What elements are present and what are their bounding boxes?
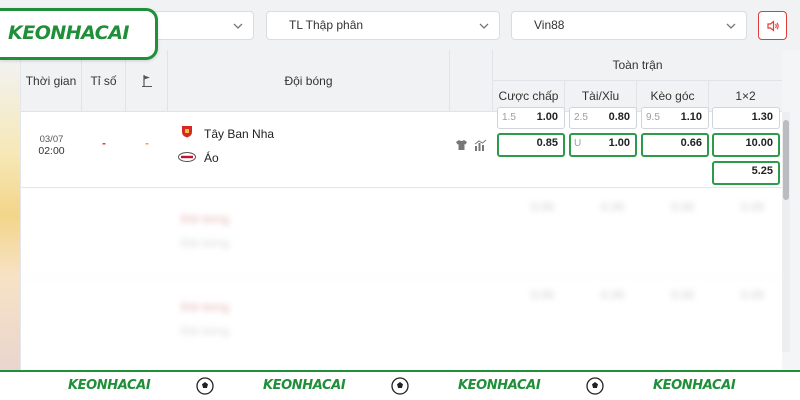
soccer-ball-icon xyxy=(586,377,604,395)
side-banner-strip xyxy=(0,60,20,370)
corner-under-value: 0.66 xyxy=(680,137,702,149)
soccer-ball-icon xyxy=(196,377,214,395)
corner-score: - xyxy=(145,136,149,150)
under-value: 1.00 xyxy=(608,137,630,149)
jersey-icon[interactable] xyxy=(455,139,468,151)
bookmaker-select[interactable]: Vin88 xyxy=(511,11,747,40)
footer-logo: KEONHACAI xyxy=(653,378,736,393)
under-label: U xyxy=(574,138,582,149)
chevron-down-icon xyxy=(233,23,243,29)
header-stats-blank xyxy=(450,50,493,112)
footer-brand-strip: KEONHACAI KEONHACAI KEONHACAI KEONHACAI xyxy=(0,370,800,400)
away-win-odds[interactable]: 10.00 xyxy=(712,133,780,157)
chevron-down-icon xyxy=(479,23,489,29)
bookmaker-value: Vin88 xyxy=(534,18,565,32)
handicap-line: 1.5 xyxy=(502,112,516,123)
corner-over-odds[interactable]: 9.5 1.10 xyxy=(641,107,709,129)
match-row[interactable]: 03/07 02:00 - - Tây Ban Nha Áo 1.5 1.00 xyxy=(21,107,782,188)
home-team-name[interactable]: Tây Ban Nha xyxy=(204,127,274,141)
away-team-name[interactable]: Áo xyxy=(204,151,219,165)
handicap-home-value: 1.00 xyxy=(536,111,558,123)
home-win-odds[interactable]: 1.30 xyxy=(712,107,780,129)
handicap-home-odds[interactable]: 1.5 1.00 xyxy=(497,107,565,129)
under-odds[interactable]: U 1.00 xyxy=(569,133,637,157)
handicap-away-value: 0.85 xyxy=(536,137,558,149)
table-scrollbar[interactable] xyxy=(782,112,790,352)
corner-flag-icon xyxy=(141,74,152,87)
footer-logo: KEONHACAI xyxy=(458,378,541,393)
corner-under-odds[interactable]: 0.66 xyxy=(641,133,709,157)
stats-chart-icon[interactable] xyxy=(474,139,487,151)
home-win-value: 1.30 xyxy=(751,111,773,123)
over-odds[interactable]: 2.5 0.80 xyxy=(569,107,637,129)
footer-logo: KEONHACAI xyxy=(263,378,346,393)
handicap-away-odds[interactable]: 0.85 xyxy=(497,133,565,157)
away-win-value: 10.00 xyxy=(745,137,773,149)
over-value: 0.80 xyxy=(608,111,630,123)
spain-crest-icon xyxy=(182,126,192,138)
draw-odds[interactable]: 5.25 xyxy=(712,161,780,185)
match-time: 02:00 xyxy=(38,145,65,157)
blur-overlay xyxy=(21,188,782,370)
odds-format-value: TL Thập phân xyxy=(289,18,364,32)
speaker-icon xyxy=(767,20,779,32)
odds-table: Thời gian Tỉ số Đội bóng Toàn trận Cược … xyxy=(20,50,782,370)
over-under-line: 2.5 xyxy=(574,112,588,123)
corner-line: 9.5 xyxy=(646,112,660,123)
corner-over-value: 1.10 xyxy=(680,111,702,123)
draw-value: 5.25 xyxy=(751,165,773,177)
header-full-match: Toàn trận xyxy=(493,50,782,81)
match-score: - xyxy=(102,136,106,150)
sound-toggle-button[interactable] xyxy=(758,11,787,40)
footer-logo: KEONHACAI xyxy=(68,378,151,393)
chevron-down-icon xyxy=(726,23,736,29)
header-teams: Đội bóng xyxy=(168,50,450,112)
site-logo[interactable]: KEONHACAI xyxy=(0,8,158,60)
match-date: 03/07 xyxy=(39,134,64,145)
odds-format-select[interactable]: TL Thập phân xyxy=(266,11,500,40)
scrollbar-thumb[interactable] xyxy=(783,120,789,200)
soccer-ball-icon xyxy=(391,377,409,395)
logo-text: KEONHACAI xyxy=(8,22,130,44)
austria-crest-icon xyxy=(178,152,196,162)
league-select[interactable] xyxy=(150,11,254,40)
